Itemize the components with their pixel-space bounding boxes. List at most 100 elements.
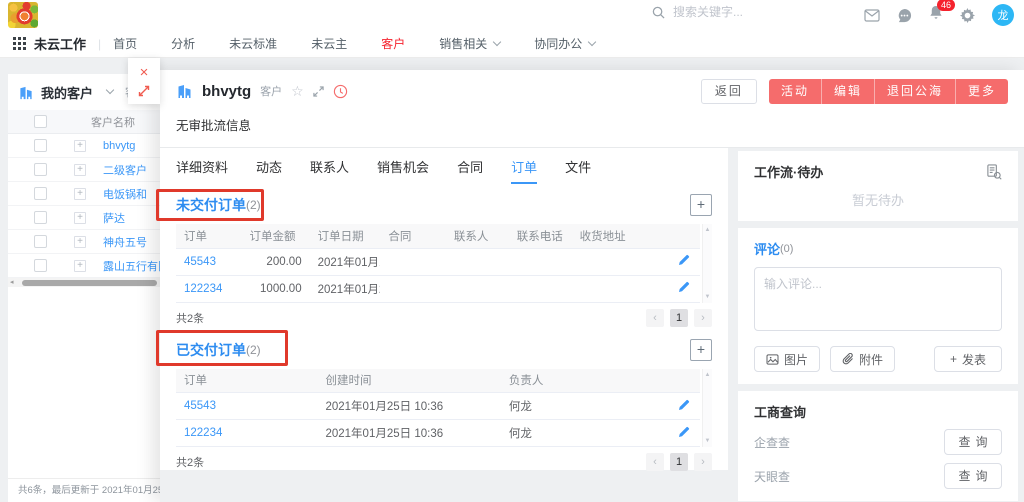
order-created: 2021年01月25日 10:36 bbox=[317, 420, 500, 447]
brand-title: 未云工作 bbox=[34, 34, 86, 53]
prev-page-button[interactable]: ‹ bbox=[646, 453, 664, 471]
nav-divider: | bbox=[98, 37, 101, 51]
expand-plus-icon[interactable]: + bbox=[74, 260, 86, 272]
customer-name-link[interactable]: 露山五行有限 bbox=[103, 258, 160, 274]
add-order-button[interactable]: + bbox=[690, 194, 712, 216]
chat-icon[interactable] bbox=[897, 8, 912, 23]
row-checkbox[interactable] bbox=[34, 187, 47, 200]
image-button[interactable]: 图片 bbox=[754, 346, 820, 372]
nav-item-analysis[interactable]: 分析 bbox=[171, 35, 195, 52]
mail-icon[interactable] bbox=[864, 9, 880, 22]
customer-name-link[interactable]: 二级客户 bbox=[103, 162, 147, 178]
attachment-button[interactable]: 附件 bbox=[830, 346, 895, 372]
comments-card: 评论 (0) 图片 附件 + bbox=[738, 228, 1018, 384]
customer-row[interactable]: + 露山五行有限 bbox=[8, 254, 160, 278]
query-provider-label: 企查查 bbox=[754, 434, 790, 451]
comment-actions: 图片 附件 + 发表 bbox=[754, 346, 1002, 372]
comment-input[interactable] bbox=[754, 267, 1002, 331]
fullscreen-icon[interactable] bbox=[313, 86, 324, 97]
scroll-down-icon[interactable]: ▼ bbox=[705, 294, 711, 300]
customer-name-link[interactable]: 神舟五号 bbox=[103, 234, 147, 250]
nav-item-standard[interactable]: 未云标准 bbox=[229, 35, 277, 52]
more-button[interactable]: 更多 bbox=[955, 79, 1008, 104]
nav-item-sales[interactable]: 销售相关 bbox=[439, 35, 500, 52]
query-button[interactable]: 查询 bbox=[944, 463, 1002, 489]
select-all-checkbox[interactable] bbox=[34, 115, 47, 128]
customer-name-link[interactable]: bhvytg bbox=[103, 140, 135, 152]
vertical-scrollbar[interactable]: ▲ ▼ bbox=[702, 369, 712, 448]
row-checkbox[interactable] bbox=[34, 139, 47, 152]
expand-plus-icon[interactable]: + bbox=[74, 140, 86, 152]
return-to-pool-button[interactable]: 退回公海 bbox=[874, 79, 955, 104]
next-page-button[interactable]: › bbox=[694, 309, 712, 327]
tab-files[interactable]: 文件 bbox=[565, 148, 591, 184]
nav-item-office[interactable]: 协同办公 bbox=[534, 35, 595, 52]
red-circle-icon[interactable] bbox=[333, 84, 348, 99]
edit-pencil-icon[interactable] bbox=[678, 426, 690, 438]
customer-row[interactable]: + bhvytg bbox=[8, 134, 160, 158]
order-link[interactable]: 122234 bbox=[184, 427, 222, 439]
row-checkbox[interactable] bbox=[34, 235, 47, 248]
tab-profile[interactable]: 详细资料 bbox=[176, 148, 228, 184]
row-checkbox[interactable] bbox=[34, 211, 47, 224]
activity-button[interactable]: 活动 bbox=[769, 79, 821, 104]
user-avatar[interactable]: 龙 bbox=[992, 4, 1014, 26]
order-link[interactable]: 45543 bbox=[184, 400, 216, 412]
query-button[interactable]: 查询 bbox=[944, 429, 1002, 455]
expand-plus-icon[interactable]: + bbox=[74, 212, 86, 224]
tab-orders[interactable]: 订单 bbox=[511, 148, 537, 184]
customer-row[interactable]: + 神舟五号 bbox=[8, 230, 160, 254]
notification-bell[interactable]: 46 bbox=[929, 5, 943, 25]
order-link[interactable]: 122234 bbox=[184, 283, 222, 295]
gear-icon[interactable] bbox=[960, 8, 975, 23]
chevron-down-icon[interactable] bbox=[106, 86, 114, 94]
vertical-scrollbar[interactable]: ▲ ▼ bbox=[702, 224, 712, 303]
tab-contacts[interactable]: 联系人 bbox=[310, 148, 349, 184]
expand-plus-icon[interactable]: + bbox=[74, 164, 86, 176]
current-page-button[interactable]: 1 bbox=[670, 453, 688, 471]
order-link[interactable]: 45543 bbox=[184, 256, 216, 268]
expand-diagonal-icon[interactable] bbox=[138, 85, 150, 97]
top-utility-bar: 46 龙 bbox=[0, 0, 1024, 30]
expand-plus-icon[interactable]: + bbox=[74, 188, 86, 200]
scroll-up-icon[interactable]: ▲ bbox=[705, 372, 711, 378]
next-page-button[interactable]: › bbox=[694, 453, 712, 471]
customer-name-link[interactable]: 电饭锅和 bbox=[103, 186, 147, 202]
post-button[interactable]: + 发表 bbox=[934, 346, 1002, 372]
scrollbar-thumb[interactable] bbox=[22, 280, 157, 286]
apps-grid-icon[interactable] bbox=[13, 37, 26, 50]
tab-opportunities[interactable]: 销售机会 bbox=[377, 148, 429, 184]
prev-page-button[interactable]: ‹ bbox=[646, 309, 664, 327]
row-checkbox[interactable] bbox=[34, 163, 47, 176]
horizontal-scrollbar[interactable]: ◂ bbox=[8, 278, 160, 287]
scroll-down-icon[interactable]: ▼ bbox=[705, 438, 711, 444]
customer-row[interactable]: + 电饭锅和 bbox=[8, 182, 160, 206]
star-icon[interactable]: ☆ bbox=[291, 84, 304, 98]
nav-item-main[interactable]: 未云主 bbox=[311, 35, 347, 52]
edit-pencil-icon[interactable] bbox=[678, 281, 690, 293]
expand-plus-icon[interactable]: + bbox=[74, 236, 86, 248]
back-button[interactable]: 返回 bbox=[701, 79, 757, 104]
edit-pencil-icon[interactable] bbox=[678, 254, 690, 266]
app-logo-image[interactable] bbox=[8, 2, 38, 28]
scroll-up-icon[interactable]: ▲ bbox=[705, 227, 711, 233]
customer-type-label: 客户 bbox=[260, 83, 282, 99]
nav-item-customers[interactable]: 客户 bbox=[381, 35, 405, 52]
customer-row[interactable]: + 萨达 bbox=[8, 206, 160, 230]
current-page-button[interactable]: 1 bbox=[670, 309, 688, 327]
nav-item-home[interactable]: 首页 bbox=[113, 35, 137, 52]
edit-button[interactable]: 编辑 bbox=[821, 79, 874, 104]
column-header: 创建时间 bbox=[317, 369, 500, 393]
close-icon[interactable]: × bbox=[140, 65, 149, 80]
edit-pencil-icon[interactable] bbox=[678, 399, 690, 411]
search-input[interactable] bbox=[673, 5, 793, 19]
workflow-search-icon[interactable] bbox=[986, 164, 1002, 180]
column-header: 联系电话 bbox=[509, 224, 572, 248]
add-order-button[interactable]: + bbox=[690, 339, 712, 361]
customer-row[interactable]: + 二级客户 bbox=[8, 158, 160, 182]
tab-activity[interactable]: 动态 bbox=[256, 148, 282, 184]
scroll-left-icon[interactable]: ◂ bbox=[10, 278, 14, 287]
customer-name-link[interactable]: 萨达 bbox=[103, 210, 125, 226]
tab-contracts[interactable]: 合同 bbox=[457, 148, 483, 184]
row-checkbox[interactable] bbox=[34, 259, 47, 272]
